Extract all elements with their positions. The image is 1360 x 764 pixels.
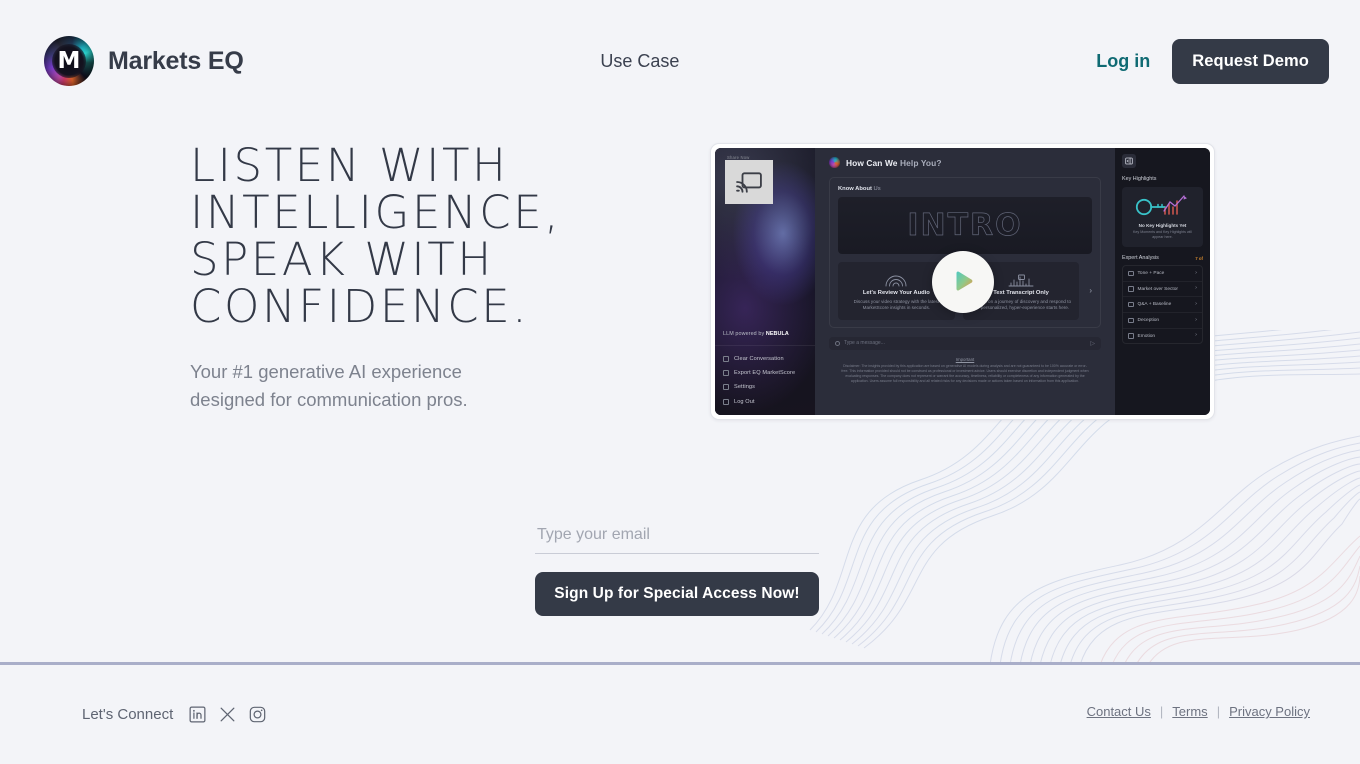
email-input[interactable] (535, 520, 819, 554)
connect-label: Let's Connect (82, 706, 174, 723)
linkedin-icon[interactable] (189, 706, 206, 723)
logo-letter: M (57, 47, 81, 74)
brand-name: Markets EQ (108, 46, 244, 75)
primary-nav: Use Case (244, 51, 1097, 72)
email-signup-form: Sign Up for Special Access Now! (535, 520, 819, 616)
login-link[interactable]: Log in (1096, 51, 1150, 72)
site-header: M Markets EQ Use Case Log in Request Dem… (0, 0, 1360, 122)
legal-separator: | (1216, 704, 1221, 719)
header-actions: Log in Request Demo (1096, 38, 1329, 84)
signup-button[interactable]: Sign Up for Special Access Now! (535, 572, 819, 616)
nav-item-use-case[interactable]: Use Case (600, 51, 679, 72)
legal-separator: | (1159, 704, 1164, 719)
x-twitter-icon[interactable] (219, 706, 236, 723)
hero-subtitle: Your #1 generative AI experience designe… (190, 361, 468, 410)
request-demo-button[interactable]: Request Demo (1172, 38, 1329, 84)
footer-link-terms[interactable]: Terms (1172, 704, 1207, 719)
footer-link-contact-us[interactable]: Contact Us (1087, 704, 1151, 719)
site-footer: Let's Connect Contact Us | Terms | Priva… (0, 665, 1360, 764)
hero-section: LISTEN WITH INTELLIGENCE, SPEAK WITH CON… (0, 122, 1360, 414)
brand-logo-link[interactable]: M Markets EQ (44, 36, 244, 86)
social-links (189, 706, 266, 723)
footer-link-privacy-policy[interactable]: Privacy Policy (1229, 704, 1310, 719)
markets-eq-orb-logo: M (44, 36, 94, 86)
social-connect-group: Let's Connect (82, 706, 266, 723)
hero-copy: LISTEN WITH INTELLIGENCE, SPEAK WITH CON… (0, 139, 562, 414)
footer-legal-links: Contact Us | Terms | Privacy Policy (1087, 704, 1310, 725)
instagram-icon[interactable] (249, 706, 266, 723)
page-title: LISTEN WITH INTELLIGENCE, SPEAK WITH CON… (190, 139, 562, 333)
